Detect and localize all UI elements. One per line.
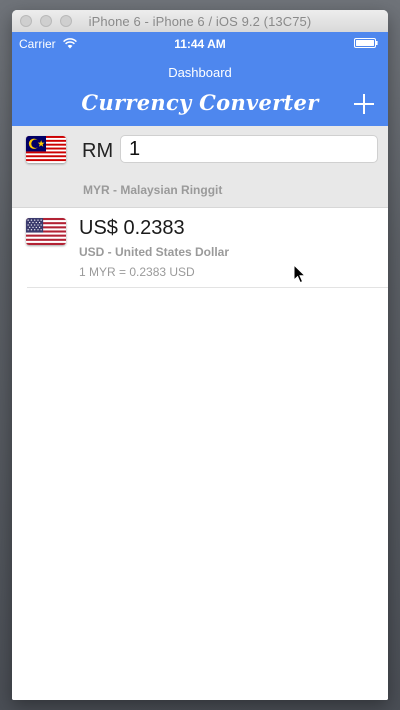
simulator-window: iPhone 6 - iPhone 6 / iOS 9.2 (13C75) Ca…	[12, 10, 388, 700]
exchange-rate: 1 MYR = 0.2383 USD	[79, 265, 195, 279]
malaysia-flag-icon	[26, 136, 66, 163]
nav-prompt: Dashboard	[168, 65, 232, 80]
base-currency-symbol: RM	[82, 140, 114, 162]
add-currency-button[interactable]	[352, 92, 376, 116]
navigation-bar: Carrier 11:44 AM Dashboard Currency Conv…	[12, 32, 388, 126]
usa-flag-icon	[26, 218, 66, 245]
converted-currency-name: USD - United States Dollar	[79, 245, 230, 259]
row-divider	[27, 287, 388, 288]
base-currency-section: RM MYR - Malaysian Ringgit	[12, 126, 388, 208]
converted-currency-row[interactable]: US$ 0.2383 USD - United States Dollar 1 …	[12, 208, 388, 288]
device-screen: Carrier 11:44 AM Dashboard Currency Conv…	[12, 32, 388, 700]
converted-amount: US$ 0.2383	[79, 217, 185, 239]
simulator-titlebar: iPhone 6 - iPhone 6 / iOS 9.2 (13C75)	[12, 10, 388, 33]
status-time: 11:44 AM	[174, 37, 226, 51]
nav-title: Currency Converter	[81, 90, 319, 115]
plus-icon	[354, 94, 374, 114]
base-currency-name: MYR - Malaysian Ringgit	[83, 183, 223, 197]
battery-icon	[354, 38, 378, 48]
amount-input[interactable]	[120, 135, 378, 163]
simulator-title: iPhone 6 - iPhone 6 / iOS 9.2 (13C75)	[88, 14, 312, 29]
